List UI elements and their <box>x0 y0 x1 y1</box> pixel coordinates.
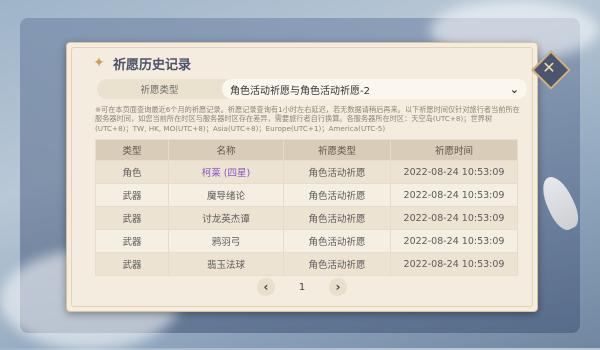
prev-page-button[interactable]: ‹ <box>257 278 275 296</box>
cell-type: 武器 <box>95 252 169 276</box>
wish-type-filter: 祈愿类型 角色活动祈愿与角色活动祈愿-2 ⌄ <box>97 79 527 99</box>
history-table: 类型 名称 祈愿类型 祈愿时间 角色 柯莱 (四星) 角色活动祈愿 2022-0… <box>95 139 518 276</box>
page-title: 祈愿历史记录 <box>113 57 192 73</box>
pagination: ‹ 1 › <box>257 277 347 297</box>
close-icon[interactable]: ✕ <box>537 56 561 80</box>
cell-type: 武器 <box>95 183 169 207</box>
cell-wish-type: 角色活动祈愿 <box>283 183 391 207</box>
title-bar: ✦ 祈愿历史记录 <box>91 51 191 75</box>
page-number: 1 <box>298 281 306 293</box>
table-row: 武器 讨龙英杰谭 角色活动祈愿 2022-08-24 10:53:09 <box>95 206 518 230</box>
dropdown-value: 角色活动祈愿与角色活动祈愿-2 <box>230 85 370 97</box>
table-header-row: 类型 名称 祈愿类型 祈愿时间 <box>95 139 518 161</box>
wish-history-panel: ✦ 祈愿历史记录 祈愿类型 角色活动祈愿与角色活动祈愿-2 ⌄ ※可在本页面查询… <box>66 42 538 312</box>
table-row: 武器 鸦羽弓 角色活动祈愿 2022-08-24 10:53:09 <box>95 229 518 253</box>
column-header-time: 祈愿时间 <box>390 139 518 161</box>
cell-time: 2022-08-24 10:53:09 <box>390 252 518 276</box>
table-row: 角色 柯莱 (四星) 角色活动祈愿 2022-08-24 10:53:09 <box>95 160 518 184</box>
star-icon: ✦ <box>93 55 105 71</box>
column-header-type: 类型 <box>95 139 169 161</box>
table-row: 武器 魔导绪论 角色活动祈愿 2022-08-24 10:53:09 <box>95 183 518 207</box>
cell-wish-type: 角色活动祈愿 <box>283 252 391 276</box>
cell-name: 鸦羽弓 <box>168 229 284 253</box>
notice-text: ※可在本页面查询最近6个月的祈愿记录。祈愿记录查询有1小时左右延迟，若无数据请稍… <box>95 105 520 133</box>
cell-name: 柯莱 (四星) <box>168 160 284 184</box>
table-row: 武器 翡玉法球 角色活动祈愿 2022-08-24 10:53:09 <box>95 252 518 276</box>
cell-name: 翡玉法球 <box>168 252 284 276</box>
column-header-name: 名称 <box>168 139 284 161</box>
next-page-button[interactable]: › <box>329 278 347 296</box>
cell-time: 2022-08-24 10:53:09 <box>390 206 518 230</box>
cell-wish-type: 角色活动祈愿 <box>283 206 391 230</box>
cell-time: 2022-08-24 10:53:09 <box>390 229 518 253</box>
cell-type: 角色 <box>95 160 169 184</box>
cell-time: 2022-08-24 10:53:09 <box>390 160 518 184</box>
wish-type-dropdown[interactable]: 角色活动祈愿与角色活动祈愿-2 ⌄ <box>222 79 527 99</box>
cell-type: 武器 <box>95 229 169 253</box>
cell-name: 讨龙英杰谭 <box>168 206 284 230</box>
cell-name: 魔导绪论 <box>168 183 284 207</box>
cell-time: 2022-08-24 10:53:09 <box>390 183 518 207</box>
cell-wish-type: 角色活动祈愿 <box>283 229 391 253</box>
chevron-down-icon: ⌄ <box>509 82 519 96</box>
filter-label: 祈愿类型 <box>140 85 179 96</box>
cell-wish-type: 角色活动祈愿 <box>283 160 391 184</box>
cell-type: 武器 <box>95 206 169 230</box>
column-header-wish-type: 祈愿类型 <box>283 139 391 161</box>
